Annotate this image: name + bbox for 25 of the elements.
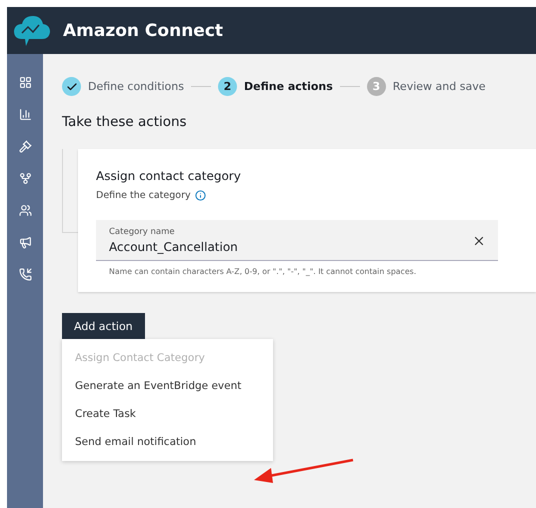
- dashboard-icon[interactable]: [18, 76, 32, 89]
- menu-item[interactable]: Generate an EventBridge event: [62, 373, 273, 401]
- users-icon[interactable]: [18, 204, 32, 217]
- field-label: Category name: [109, 227, 176, 237]
- flow-icon[interactable]: [18, 172, 32, 185]
- add-action-button[interactable]: Add action: [62, 313, 145, 339]
- check-icon: [66, 80, 78, 92]
- step-marker: 3: [366, 77, 386, 96]
- step-label: Review and save: [392, 80, 486, 93]
- card-subtitle: Define the category: [96, 190, 191, 201]
- app-title: Amazon Connect: [63, 20, 224, 40]
- field-value: Account_Cancellation: [109, 240, 239, 254]
- bar-chart-icon[interactable]: [18, 108, 32, 121]
- menu-item[interactable]: Send email notification: [62, 429, 273, 457]
- info-icon[interactable]: [194, 190, 206, 201]
- card-title: Assign contact category: [96, 169, 242, 183]
- gavel-icon[interactable]: [18, 140, 32, 153]
- category-name-field[interactable]: Category name Account_Cancellation: [96, 220, 498, 261]
- menu-item[interactable]: Create Task: [62, 401, 273, 429]
- step-label: Define conditions: [88, 80, 184, 93]
- megaphone-icon[interactable]: [18, 236, 32, 249]
- step-marker: 2: [218, 77, 237, 96]
- phone-icon[interactable]: [18, 268, 32, 281]
- section-heading: Take these actions: [62, 114, 188, 130]
- step-label: Define actions: [244, 80, 333, 93]
